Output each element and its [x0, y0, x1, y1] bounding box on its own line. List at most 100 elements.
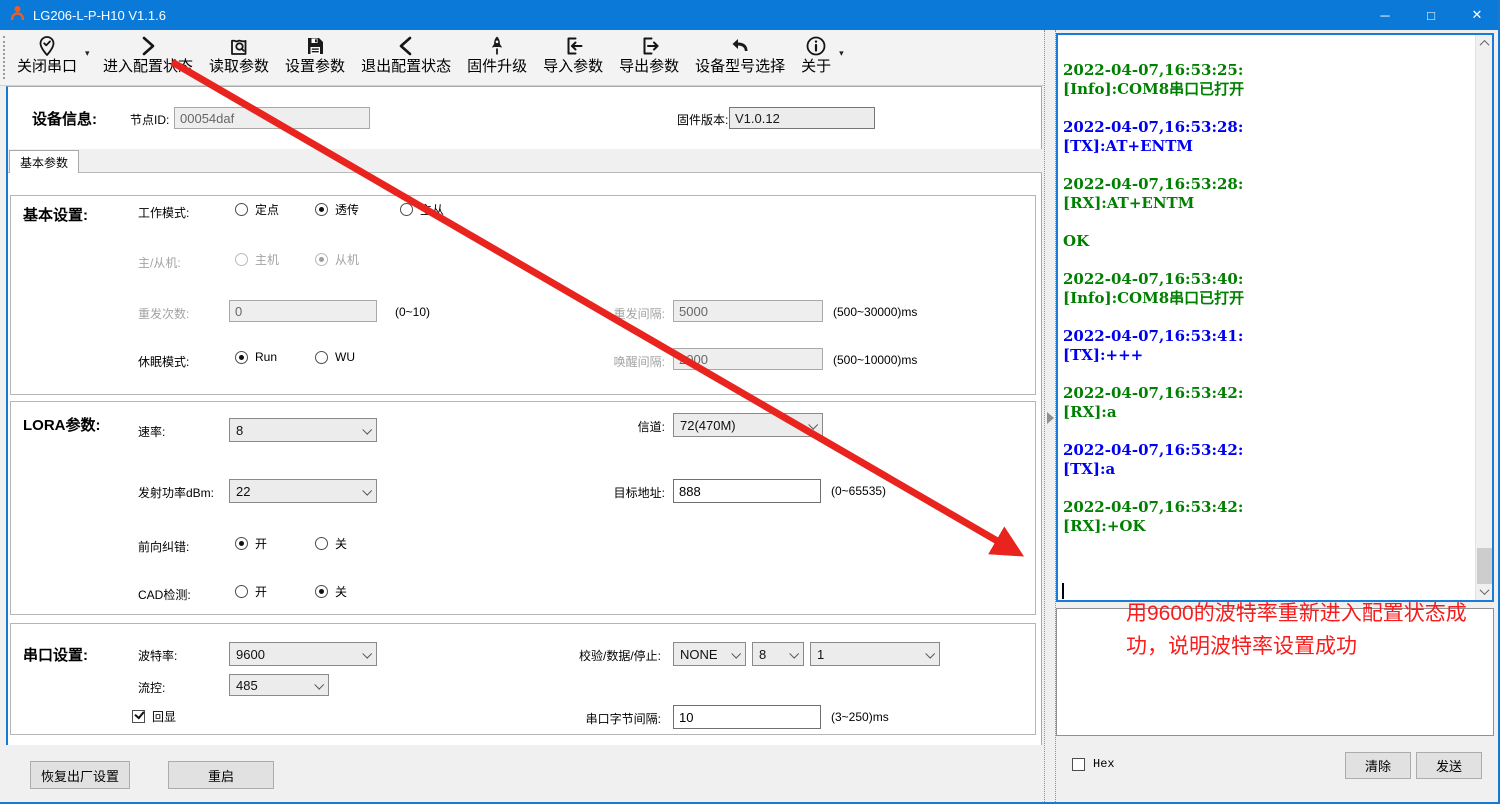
tab-basic-params[interactable]: 基本参数 [9, 150, 79, 173]
radio-icon [235, 253, 248, 266]
byte-interval-hint: (3~250)ms [831, 710, 889, 724]
flow-label: 流控: [138, 679, 165, 696]
device-model-select-button[interactable]: 设备型号选择 [687, 30, 793, 85]
log-entry: 2022-04-07,16:53:42: [TX]:a [1063, 441, 1468, 479]
factory-reset-button[interactable]: 恢复出厂设置 [30, 761, 130, 789]
text-caret [1062, 583, 1064, 599]
export-params-button[interactable]: 导出参数 [611, 30, 687, 85]
radio-icon [235, 585, 248, 598]
scrollbar-thumb[interactable] [1477, 548, 1492, 584]
stopbits-combo[interactable]: 1 [810, 642, 940, 666]
chevron-down-icon [789, 649, 799, 659]
radio-icon [315, 351, 328, 364]
log-output[interactable]: 2022-04-07,16:53:25: [Info]:COM8串口已打开 20… [1056, 33, 1494, 602]
toolbar-grip[interactable] [3, 36, 7, 79]
channel-combo[interactable]: 72(470M) [673, 413, 823, 437]
config-panel: 设备信息: 节点ID: 固件版本: 基本参数 基本设置: 工作模式: 定点 透传… [6, 86, 1042, 745]
radio-master: 主机 [235, 251, 279, 268]
log-scrollbar[interactable] [1475, 35, 1492, 600]
toolbar: 关闭串口 ▾ 进入配置状态 读取参数 [0, 30, 1044, 86]
chevron-right-icon [137, 34, 159, 58]
chevron-down-icon [925, 649, 935, 659]
set-params-button[interactable]: 设置参数 [277, 30, 353, 85]
log-entry: 2022-04-07,16:53:40: [Info]:COM8串口已打开 [1063, 270, 1468, 308]
wake-interval-label: 唤醒间隔: [511, 353, 665, 370]
import-icon [562, 34, 584, 58]
radio-icon [315, 253, 328, 266]
rate-combo[interactable]: 8 [229, 418, 377, 442]
channel-label: 信道: [511, 418, 665, 435]
floppy-icon [304, 34, 326, 58]
splitter-collapse-icon[interactable] [1047, 412, 1054, 424]
resend-interval-hint: (500~30000)ms [833, 305, 917, 319]
flow-combo[interactable]: 485 [229, 674, 329, 696]
echo-checkbox[interactable]: 回显 [132, 708, 176, 725]
basic-settings-group: 基本设置: 工作模式: 定点 透传 主从 主/从机: 主机 从机 重发次数: (… [10, 195, 1036, 395]
tab-strip: 基本参数 [8, 149, 1042, 173]
import-params-button[interactable]: 导入参数 [535, 30, 611, 85]
firmware-upgrade-button[interactable]: 固件升级 [459, 30, 535, 85]
exit-config-button[interactable]: 退出配置状态 [353, 30, 459, 85]
databits-combo[interactable]: 8 [752, 642, 804, 666]
lora-params-group: LORA参数: 速率: 8 信道: 72(470M) 发射功率dBm: 22 目… [10, 401, 1036, 615]
scroll-up-icon[interactable] [1476, 35, 1493, 52]
minimize-button[interactable]: ─ [1362, 0, 1408, 30]
maximize-button[interactable]: □ [1408, 0, 1454, 30]
radio-icon [315, 585, 328, 598]
basic-settings-title: 基本设置: [23, 204, 88, 225]
radio-workmode-masterslave[interactable]: 主从 [400, 201, 444, 218]
tx-power-combo[interactable]: 22 [229, 479, 377, 503]
send-button[interactable]: 发送 [1416, 752, 1482, 779]
parity-combo[interactable]: NONE [673, 642, 746, 666]
doc-search-icon [228, 34, 250, 58]
radio-icon [315, 203, 328, 216]
hex-checkbox[interactable]: Hex [1072, 757, 1115, 771]
rate-label: 速率: [138, 423, 165, 440]
window-title: LG206-L-P-H10 V1.1.6 [33, 8, 166, 23]
radio-workmode-transparent[interactable]: 透传 [315, 201, 359, 218]
enter-config-button[interactable]: 进入配置状态 [95, 30, 201, 85]
panel-splitter[interactable] [1044, 30, 1056, 802]
baud-label: 波特率: [138, 647, 177, 664]
resend-count-field [229, 300, 377, 322]
node-id-field[interactable] [174, 107, 370, 129]
byte-interval-label: 串口字节间隔: [501, 710, 661, 727]
parity-label: 校验/数据/停止: [501, 647, 661, 664]
chevron-down-icon [362, 486, 372, 496]
checkbox-icon [132, 710, 145, 723]
app-logo-icon [10, 5, 25, 26]
master-slave-label: 主/从机: [138, 254, 181, 271]
close-serial-dropdown-icon[interactable]: ▾ [85, 48, 95, 59]
byte-interval-field[interactable] [673, 705, 821, 729]
log-entry: OK [1063, 232, 1468, 251]
close-serial-button[interactable]: 关闭串口 [9, 30, 85, 85]
rocket-icon [486, 34, 508, 58]
read-params-button[interactable]: 读取参数 [201, 30, 277, 85]
radio-fec-on[interactable]: 开 [235, 535, 267, 552]
resend-interval-label: 重发间隔: [511, 305, 665, 322]
restart-button[interactable]: 重启 [168, 761, 274, 789]
close-button[interactable]: ✕ [1454, 0, 1500, 30]
resend-count-label: 重发次数: [138, 305, 189, 322]
clear-button[interactable]: 清除 [1345, 752, 1411, 779]
radio-fec-off[interactable]: 关 [315, 535, 347, 552]
radio-cad-off[interactable]: 关 [315, 583, 347, 600]
radio-icon [400, 203, 413, 216]
chevron-down-icon [731, 649, 741, 659]
baud-combo[interactable]: 9600 [229, 642, 377, 666]
sleep-mode-label: 休眠模式: [138, 353, 189, 370]
radio-cad-on[interactable]: 开 [235, 583, 267, 600]
info-icon [805, 34, 827, 58]
target-addr-field[interactable] [673, 479, 821, 503]
radio-icon [235, 351, 248, 364]
radio-sleep-wu[interactable]: WU [315, 350, 355, 364]
resend-interval-field [673, 300, 823, 322]
radio-workmode-fixed[interactable]: 定点 [235, 201, 279, 218]
log-entry: 2022-04-07,16:53:42: [RX]:a [1063, 384, 1468, 422]
about-dropdown-icon[interactable]: ▾ [839, 48, 849, 59]
radio-sleep-run[interactable]: Run [235, 350, 277, 364]
firmware-field[interactable] [729, 107, 875, 129]
about-button[interactable]: 关于 [793, 30, 839, 85]
log-entry: 2022-04-07,16:53:28: [TX]:AT+ENTM [1063, 118, 1468, 156]
checkbox-icon [1072, 758, 1085, 771]
